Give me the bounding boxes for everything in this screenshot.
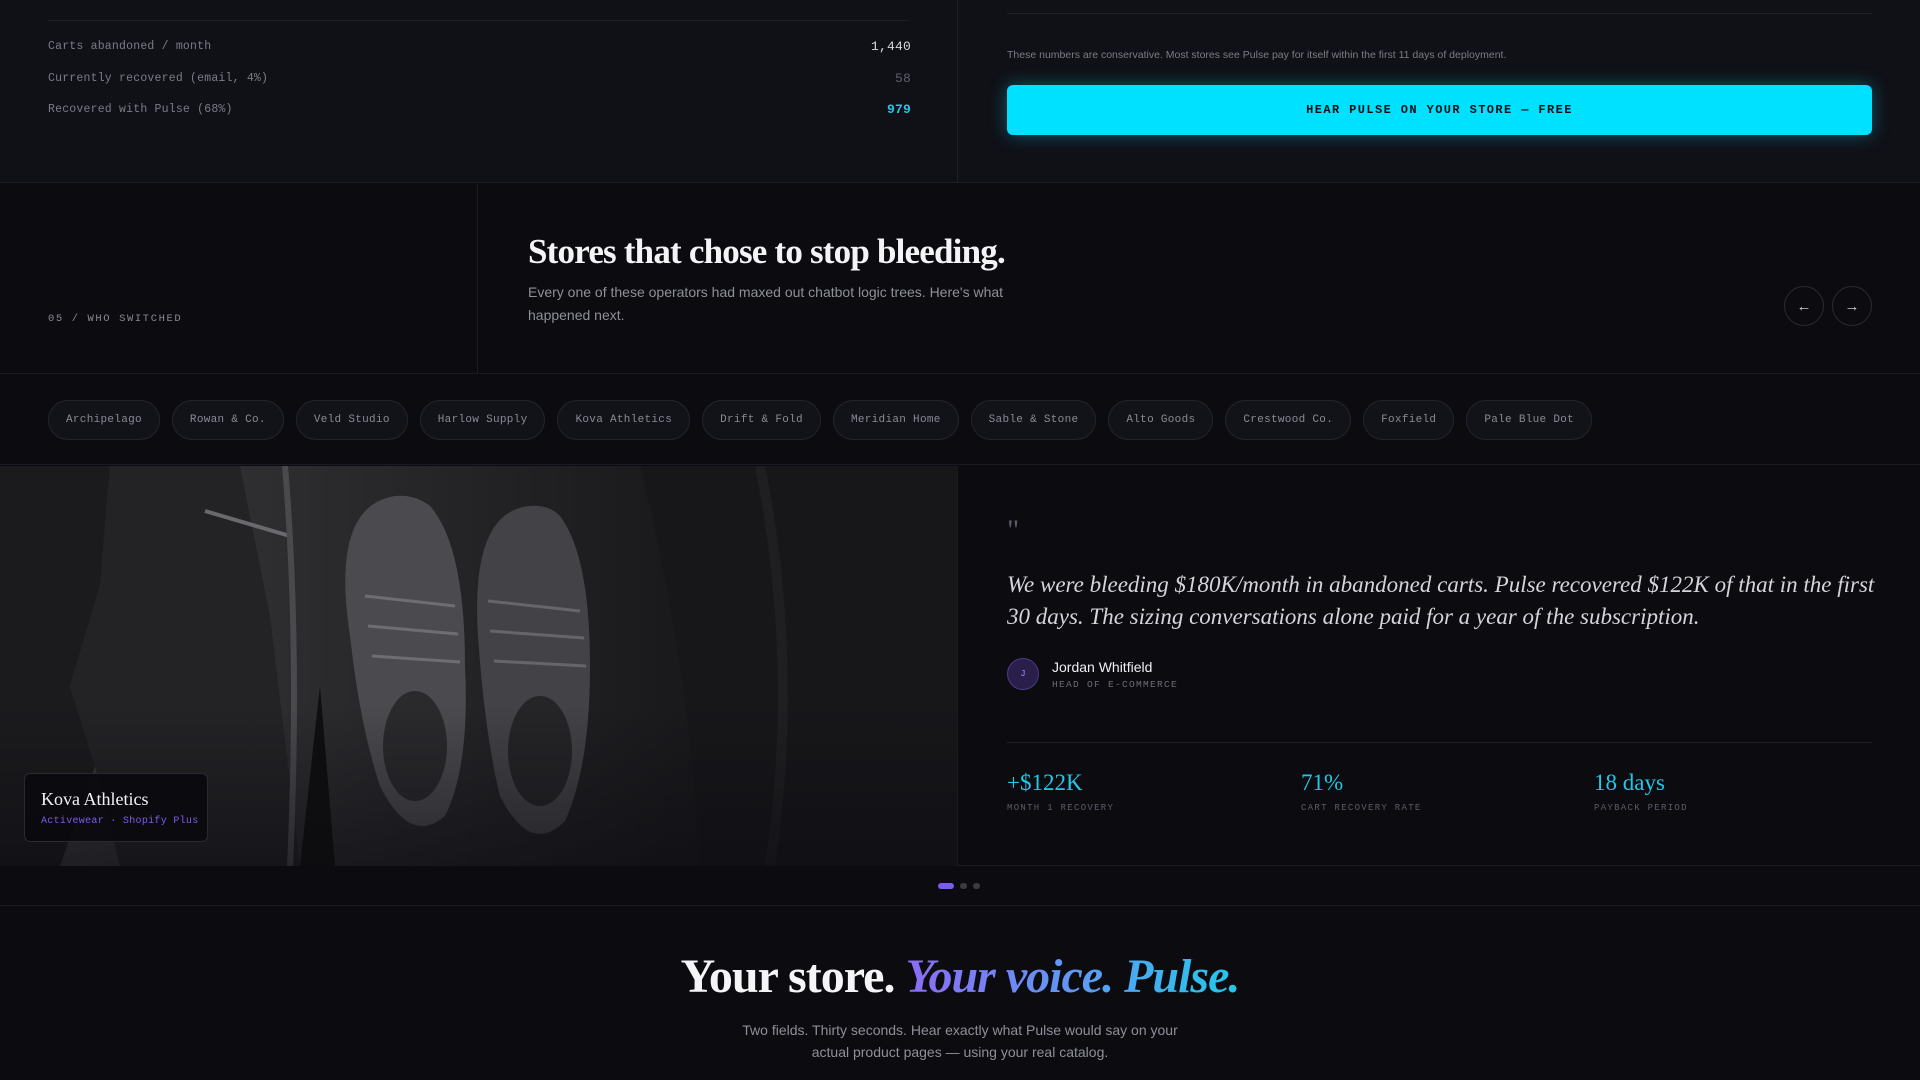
who-switched-header: 05 / WHO SWITCHED Stores that chose to s… bbox=[0, 184, 1920, 374]
section-subtitle: Every one of these operators had maxed o… bbox=[528, 284, 1004, 323]
divider bbox=[1007, 742, 1872, 743]
closing-title-accent: Your voice. Pulse. bbox=[905, 950, 1240, 1003]
closing-subtitle: Two fields. Thirty seconds. Hear exactly… bbox=[742, 1022, 1178, 1060]
store-chip[interactable]: Alto Goods bbox=[1108, 400, 1214, 440]
row-label: Recovered with Pulse (68%) bbox=[48, 102, 233, 116]
store-card: Kova Athletics Activewear · Shopify Plus bbox=[24, 773, 208, 842]
section-title: Stores that chose to stop bleeding. bbox=[528, 232, 1006, 271]
divider bbox=[48, 20, 909, 21]
person-name: Jordan Whitfield bbox=[1052, 659, 1153, 675]
arrow-right-icon: → bbox=[1844, 297, 1860, 315]
calculator-row-abandoned: Carts abandoned / month 1,440 bbox=[48, 36, 911, 56]
store-name: Kova Athletics bbox=[41, 789, 149, 809]
prev-button[interactable]: ← bbox=[1784, 286, 1824, 326]
stat-recovery-rate: 71% CART RECOVERY RATE bbox=[1301, 770, 1422, 813]
divider bbox=[0, 905, 1920, 906]
calculator-row-current: Currently recovered (email, 4%) 58 bbox=[48, 68, 911, 88]
row-value: 979 bbox=[886, 101, 911, 117]
stat-value: +$122K bbox=[1007, 770, 1083, 795]
testimonial-slide: Kova Athletics Activewear · Shopify Plus… bbox=[0, 466, 1920, 866]
store-chip[interactable]: Crestwood Co. bbox=[1225, 400, 1352, 440]
stat-caption: MONTH 1 RECOVERY bbox=[1007, 803, 1115, 813]
divider bbox=[1007, 13, 1872, 14]
store-chip[interactable]: Harlow Supply bbox=[419, 400, 546, 440]
stat-value: 18 days bbox=[1594, 770, 1665, 795]
store-selector: Archipelago Rowan & Co. Veld Studio Harl… bbox=[0, 375, 1920, 465]
stat-payback: 18 days PAYBACK PERIOD bbox=[1594, 770, 1688, 813]
person-role: HEAD OF E-COMMERCE bbox=[1052, 679, 1179, 690]
calculator-cta-panel: These numbers are conservative. Most sto… bbox=[959, 0, 1920, 183]
stat-value: 71% bbox=[1301, 770, 1344, 795]
store-chip[interactable]: Pale Blue Dot bbox=[1466, 400, 1593, 440]
store-chip[interactable]: Meridian Home bbox=[832, 400, 959, 440]
store-chip[interactable]: Foxfield bbox=[1363, 400, 1455, 440]
disclaimer-text: These numbers are conservative. Most sto… bbox=[1007, 49, 1507, 61]
closing-title: Your store. Your voice. Pulse. bbox=[0, 949, 1920, 1004]
store-meta: Activewear · Shopify Plus bbox=[41, 816, 199, 827]
avatar: J bbox=[1007, 658, 1039, 690]
stat-caption: CART RECOVERY RATE bbox=[1301, 803, 1422, 813]
closing-title-plain: Your store. bbox=[680, 950, 896, 1003]
row-label: Carts abandoned / month bbox=[48, 39, 212, 53]
section-tag: 05 / WHO SWITCHED bbox=[48, 313, 183, 325]
recovery-calculator: Carts abandoned / month 1,440 Currently … bbox=[0, 0, 1920, 183]
stat-caption: PAYBACK PERIOD bbox=[1594, 803, 1688, 813]
row-value: 1,440 bbox=[870, 38, 911, 54]
calculator-row-pulse: Recovered with Pulse (68%) 979 bbox=[48, 99, 911, 119]
arrow-left-icon: ← bbox=[1796, 297, 1812, 315]
store-chip[interactable]: Veld Studio bbox=[295, 400, 408, 440]
calculator-results: Carts abandoned / month 1,440 Currently … bbox=[0, 0, 958, 183]
row-value: 58 bbox=[894, 70, 911, 86]
store-chip[interactable]: Sable & Stone bbox=[970, 400, 1097, 440]
testimonial-content: " We were bleeding $180K/month in abando… bbox=[959, 466, 1920, 866]
quote-icon: " bbox=[1007, 514, 1020, 547]
carousel-pagination bbox=[938, 883, 980, 889]
stat-month-recovery: +$122K MONTH 1 RECOVERY bbox=[1007, 770, 1114, 813]
store-chip[interactable]: Drift & Fold bbox=[702, 400, 821, 440]
pagination-dot-active[interactable] bbox=[938, 883, 954, 889]
section-label-panel: 05 / WHO SWITCHED bbox=[0, 184, 478, 374]
hear-pulse-button[interactable]: HEAR PULSE ON YOUR STORE — FREE bbox=[1007, 85, 1872, 135]
testimonial-quote: We were bleeding $180K/month in abandone… bbox=[1007, 572, 1875, 629]
pagination-dot[interactable] bbox=[960, 883, 967, 889]
store-chip[interactable]: Archipelago bbox=[48, 400, 160, 440]
store-chip[interactable]: Kova Athletics bbox=[557, 400, 691, 440]
store-chip-list: Archipelago Rowan & Co. Veld Studio Harl… bbox=[48, 400, 1593, 440]
store-chip[interactable]: Rowan & Co. bbox=[171, 400, 284, 440]
row-label: Currently recovered (email, 4%) bbox=[48, 71, 269, 85]
pagination-dot[interactable] bbox=[973, 883, 980, 889]
store-photo: Kova Athletics Activewear · Shopify Plus bbox=[0, 466, 958, 866]
next-button[interactable]: → bbox=[1832, 286, 1872, 326]
